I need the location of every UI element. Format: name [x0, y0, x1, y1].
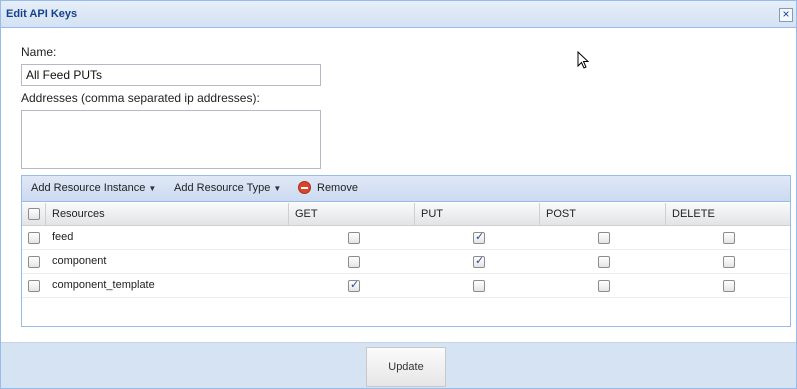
remove-button[interactable]: Remove: [298, 181, 358, 194]
resources-grid: Add Resource Instance ▼ Add Resource Type…: [21, 175, 791, 327]
header-get[interactable]: GET: [289, 203, 415, 225]
row-select-checkbox[interactable]: [28, 256, 40, 268]
remove-label: Remove: [317, 182, 358, 194]
post-permission-checkbox[interactable]: [598, 280, 610, 292]
header-delete[interactable]: DELETE: [666, 203, 790, 225]
delete-permission-checkbox[interactable]: [723, 256, 735, 268]
dialog-title: Edit API Keys: [6, 8, 78, 20]
delete-permission-checkbox[interactable]: [723, 232, 735, 244]
resource-name: component: [52, 255, 107, 267]
post-permission-checkbox[interactable]: [598, 256, 610, 268]
header-put[interactable]: PUT: [415, 203, 540, 225]
table-row[interactable]: component: [22, 250, 790, 274]
put-permission-checkbox[interactable]: [473, 254, 485, 268]
get-permission-checkbox[interactable]: [348, 232, 360, 244]
dialog-titlebar: Edit API Keys ×: [1, 1, 796, 28]
delete-permission-checkbox[interactable]: [723, 280, 735, 292]
chevron-down-icon: ▼: [273, 183, 282, 193]
put-permission-checkbox[interactable]: [473, 230, 485, 244]
add-resource-instance-button[interactable]: Add Resource Instance ▼: [31, 182, 156, 194]
chevron-down-icon: ▼: [148, 183, 157, 193]
resource-name: feed: [52, 231, 74, 243]
table-row[interactable]: component_template: [22, 274, 790, 298]
grid-toolbar: Add Resource Instance ▼ Add Resource Type…: [22, 176, 790, 202]
edit-api-keys-dialog: Edit API Keys × Name: Addresses (comma s…: [0, 0, 797, 389]
grid-header: Resources GET PUT POST DELETE: [22, 203, 790, 226]
post-permission-checkbox[interactable]: [598, 232, 610, 244]
addresses-textarea[interactable]: [21, 110, 321, 169]
select-all-checkbox[interactable]: [28, 208, 40, 220]
add-resource-type-button[interactable]: Add Resource Type ▼: [174, 182, 281, 194]
name-input[interactable]: [21, 64, 321, 86]
add-resource-type-label: Add Resource Type: [174, 182, 271, 194]
row-select-checkbox[interactable]: [28, 232, 40, 244]
add-resource-instance-label: Add Resource Instance: [31, 182, 146, 194]
header-resources[interactable]: Resources: [46, 203, 289, 225]
table-row[interactable]: feed: [22, 226, 790, 250]
name-label: Name:: [21, 45, 57, 59]
put-permission-checkbox[interactable]: [473, 280, 485, 292]
remove-icon: [298, 181, 311, 194]
addresses-label: Addresses (comma separated ip addresses)…: [21, 91, 260, 105]
header-post[interactable]: POST: [540, 203, 666, 225]
close-icon[interactable]: ×: [779, 8, 793, 22]
resource-name: component_template: [52, 279, 155, 291]
mouse-cursor-icon: [577, 51, 590, 69]
row-select-checkbox[interactable]: [28, 280, 40, 292]
get-permission-checkbox[interactable]: [348, 278, 360, 292]
update-button[interactable]: Update: [366, 347, 446, 387]
header-select-cell: [22, 203, 46, 225]
get-permission-checkbox[interactable]: [348, 256, 360, 268]
